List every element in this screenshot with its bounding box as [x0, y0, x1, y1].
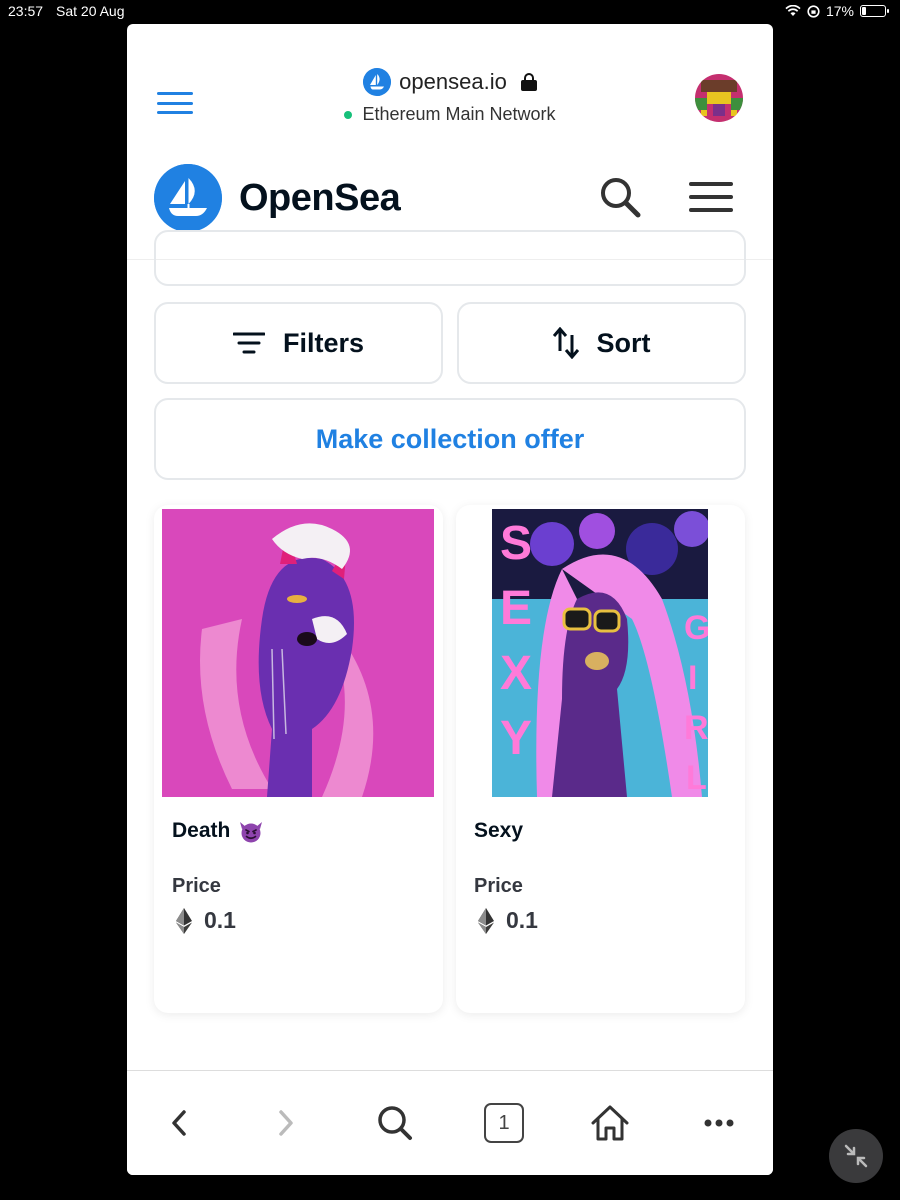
toolbar-search-button[interactable] [373, 1101, 417, 1145]
search-icon[interactable] [597, 174, 645, 222]
status-right: 17% [785, 3, 889, 19]
avatar[interactable] [695, 74, 743, 122]
nft-card[interactable]: S E X Y G I R L Sexy Price 0.1 [456, 505, 745, 1013]
network-name: Ethereum Main Network [362, 104, 556, 124]
status-date: Sat 20 Aug [56, 3, 125, 19]
price-value: 0.1 [506, 907, 538, 933]
svg-text:S: S [500, 517, 532, 570]
browser-toolbar: 1 [127, 1070, 773, 1175]
minimize-icon [844, 1144, 868, 1168]
nft-image: S E X Y G I R L [492, 509, 708, 797]
svg-text:I: I [688, 659, 697, 697]
price-value: 0.1 [204, 907, 236, 933]
svg-text:L: L [686, 759, 707, 797]
collection-search-field[interactable] [154, 230, 746, 286]
hamburger-icon[interactable] [689, 182, 733, 212]
home-button[interactable] [588, 1101, 632, 1145]
offer-label: Make collection offer [315, 423, 585, 454]
nft-image [162, 509, 434, 797]
price-label: Price [172, 875, 221, 897]
filters-label: Filters [282, 327, 365, 358]
nft-card[interactable]: Death Price 0.1 [154, 505, 443, 1013]
home-icon [591, 1105, 629, 1141]
status-time: 23:57 [8, 3, 44, 19]
svg-text:X: X [500, 647, 532, 700]
sort-button[interactable]: Sort [457, 302, 746, 384]
sort-icon [552, 327, 579, 359]
svg-text:E: E [500, 582, 532, 635]
svg-text:R: R [684, 709, 708, 747]
minimize-button[interactable] [829, 1129, 883, 1183]
tabs-button[interactable]: 1 [482, 1101, 526, 1145]
opensea-logo-icon[interactable] [154, 164, 222, 232]
filter-icon [232, 332, 265, 354]
ethereum-icon [176, 907, 192, 934]
brand-name[interactable]: OpenSea [239, 177, 401, 220]
svg-text:Y: Y [500, 712, 532, 765]
collection-content: Filters Sort Make collection offer Death… [127, 230, 773, 1070]
make-collection-offer-button[interactable]: Make collection offer [154, 398, 746, 480]
ethereum-icon [478, 907, 494, 934]
nft-price: 0.1 [176, 907, 236, 934]
tabs-icon: 1 [484, 1103, 524, 1143]
battery-percent: 17% [825, 3, 854, 19]
status-bar: 23:57 Sat 20 Aug 17% [0, 0, 900, 24]
battery-icon [860, 5, 889, 17]
devil-emoji-icon [240, 822, 263, 843]
filters-button[interactable]: Filters [154, 302, 443, 384]
nft-title: Death [172, 819, 231, 842]
nft-title: Sexy [474, 819, 524, 842]
sort-label: Sort [596, 327, 651, 358]
more-button[interactable] [697, 1101, 741, 1145]
network-indicator: Ethereum Main Network [127, 104, 773, 125]
address-line[interactable]: opensea.io [127, 68, 773, 96]
search-icon [378, 1106, 412, 1140]
browser-window: opensea.io Ethereum Main Network OpenSea [127, 24, 773, 1175]
price-label: Price [474, 875, 523, 897]
back-icon [172, 1110, 186, 1136]
nft-price: 0.1 [478, 907, 538, 934]
nft-name: Sexy [474, 819, 523, 843]
network-status-dot [344, 110, 353, 119]
back-button[interactable] [157, 1101, 201, 1145]
forward-button[interactable] [264, 1101, 308, 1145]
wifi-icon [785, 5, 801, 16]
opensea-icon [363, 68, 392, 96]
nft-name: Death [172, 819, 264, 843]
forward-icon [279, 1110, 293, 1136]
orientation-lock-icon [807, 4, 820, 18]
url-domain: opensea.io [399, 69, 507, 94]
more-icon [704, 1119, 734, 1127]
svg-text:G: G [684, 609, 708, 647]
url-bar: opensea.io Ethereum Main Network [127, 24, 773, 160]
lock-icon [520, 73, 537, 91]
